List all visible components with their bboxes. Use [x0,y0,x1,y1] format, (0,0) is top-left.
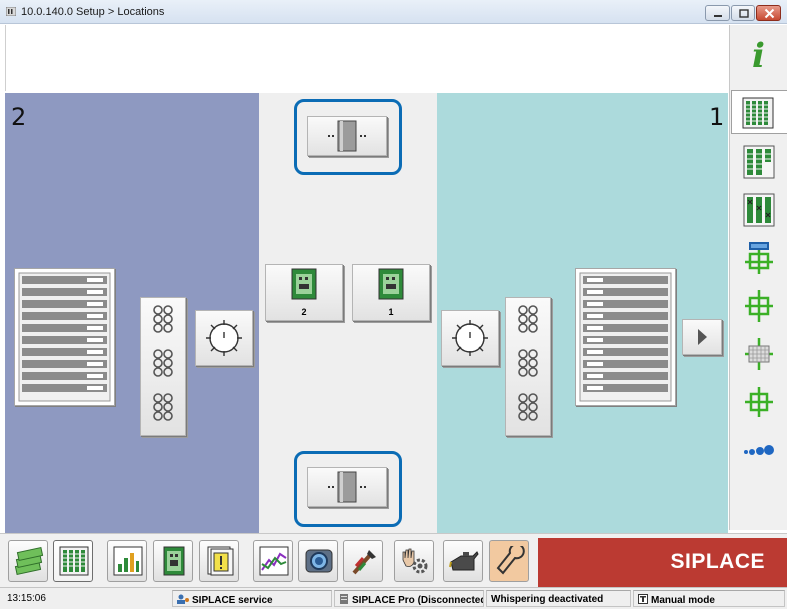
header-area [5,25,727,91]
feeder-rack-line-2[interactable] [14,268,115,406]
placement-head-line-1[interactable] [441,310,499,366]
right-sidebar: i [729,25,787,530]
sidebar-item-setup-check[interactable] [733,187,783,231]
toolbar-production-button[interactable] [8,540,48,582]
next-arrow-button[interactable] [682,319,722,355]
pcb-board-icon [378,268,404,300]
table-2-button[interactable]: 2 [265,264,343,321]
svg-text:i: i [752,36,765,72]
sidebar-item-pcb[interactable] [733,283,783,327]
line-graph-icon [259,546,289,576]
sidebar-item-more[interactable] [733,427,783,471]
status-time: 13:15:06 [7,593,46,604]
warning-doc-icon [207,546,234,576]
status-mode: Manual mode [633,590,785,607]
pcb-icon [163,546,185,576]
tools-icon [352,550,376,575]
status-pro: SIPLACE Pro (Disconnected) [334,590,484,607]
pcb-camera-icon [745,242,773,274]
nozzle-changer-icon [518,305,538,421]
status-bar: 13:15:06 SIPLACE service SIPLACE Pro (Di… [0,587,787,609]
conveyor-top[interactable] [307,116,387,156]
chevron-right-icon [698,329,707,345]
siplace-brand: SIPLACE [538,538,787,587]
sidebar-item-setup-grid[interactable] [731,90,787,134]
toolbar-vision-button[interactable] [298,540,338,582]
toolbar-pcb-button[interactable] [153,540,193,582]
oil-can-icon [449,551,479,571]
conveyor-icon [328,120,366,152]
sidebar-item-pcb-target[interactable] [733,379,783,423]
feeder-rack-line-1[interactable] [575,268,676,406]
title-bar: 10.0.140.0 Setup > Locations [0,0,787,24]
conveyor-bottom[interactable] [307,467,387,507]
camera-icon [305,549,333,573]
line-2-number: 2 [11,103,27,131]
window-title: 10.0.140.0 Setup > Locations [21,6,165,18]
pcb-board-icon [291,268,317,300]
line-1-number: 1 [709,103,725,131]
placement-head-line-2[interactable] [195,310,253,366]
revolver-head-icon [206,320,242,356]
pcb-grid-icon [745,338,773,370]
money-stack-icon [14,546,44,576]
maximize-icon [739,9,749,18]
manual-mode-icon [638,594,648,604]
revolver-head-icon [452,320,488,356]
hand-gear-icon [402,548,428,574]
toolbar-tools-button[interactable] [343,540,383,582]
status-service: SIPLACE service [172,590,332,607]
toolbar-maintenance-button[interactable] [394,540,434,582]
conveyor-icon [328,471,366,503]
service-wrench-icon [496,546,525,575]
status-service-label: SIPLACE service [192,595,273,606]
setup-grid-icon [59,546,89,576]
info-button[interactable]: i [733,31,783,75]
setup-list-icon [743,145,775,179]
toolbar-setup-button[interactable] [53,540,93,582]
status-mode-label: Manual mode [651,595,715,606]
toolbar-statistics-button[interactable] [107,540,147,582]
info-icon: i [752,36,765,72]
status-pro-label: SIPLACE Pro (Disconnected) [352,595,484,606]
sidebar-item-pcb-grid[interactable] [733,331,783,375]
toolbar-service-button[interactable] [489,540,529,582]
table-1-button[interactable]: 1 [352,264,430,321]
more-dots-icon [744,445,774,455]
toolbar-lubrication-button[interactable] [443,540,483,582]
feeder-rack-icon [579,272,672,402]
toolbar-messages-button[interactable] [199,540,239,582]
close-icon [764,8,775,19]
app-icon [6,7,16,16]
table-1-label: 1 [388,307,394,317]
pcb-target-icon [745,387,773,417]
toolbar-trends-button[interactable] [253,540,293,582]
pcb-icon [745,290,773,322]
maximize-button[interactable] [731,5,755,21]
sidebar-item-setup-list[interactable] [733,139,783,183]
setup-grid-icon [742,97,774,129]
nozzle-changer-icon [153,305,173,421]
minimize-icon [714,15,722,17]
setup-check-icon [743,193,775,227]
server-icon [340,594,348,604]
sidebar-item-pcb-camera[interactable] [733,235,783,279]
siplace-logo-text: SIPLACE [670,550,765,573]
table-2-label: 2 [301,307,307,317]
service-user-icon [177,594,189,604]
status-whispering: Whispering deactivated [486,590,631,607]
minimize-button[interactable] [705,5,730,21]
nozzle-changer-line-2[interactable] [140,297,186,436]
feeder-rack-icon [18,272,111,402]
close-button[interactable] [756,5,781,21]
nozzle-changer-line-1[interactable] [505,297,551,436]
bar-chart-icon [113,546,143,576]
